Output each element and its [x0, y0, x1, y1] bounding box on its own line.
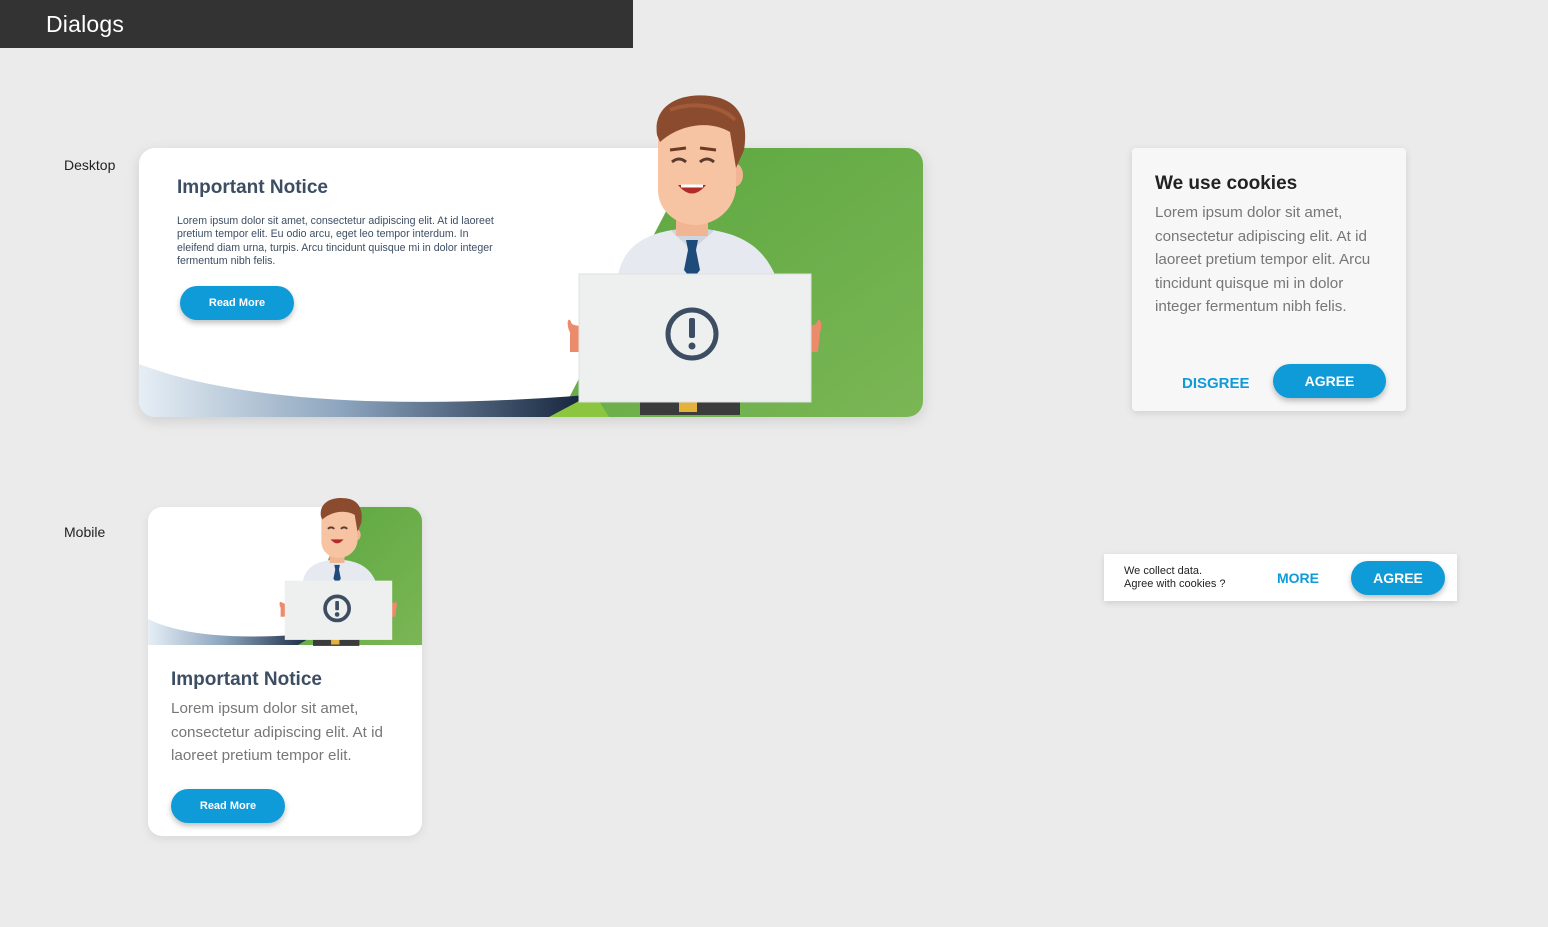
- mobile-label: Mobile: [64, 524, 106, 540]
- notice-body: Lorem ipsum dolor sit amet, consectetur …: [177, 215, 494, 268]
- man-holding-sign-illustration: [279, 497, 397, 646]
- cookie-bar-line1: We collect data.: [1124, 565, 1203, 577]
- cookie-bar-text: We collect data. Agree with cookies ?: [1124, 565, 1226, 591]
- cookie-dialog-body: Lorem ipsum dolor sit amet, consectetur …: [1155, 204, 1371, 315]
- notice-body: Lorem ipsum dolor sit amet, consectetur …: [171, 700, 383, 764]
- cookie-dialog: We use cookies Lorem ipsum dolor sit ame…: [1132, 148, 1406, 411]
- read-more-button[interactable]: Read More: [171, 789, 285, 823]
- agree-button[interactable]: AGREE: [1351, 561, 1445, 595]
- notice-title: Important Notice: [177, 177, 328, 198]
- more-button[interactable]: MORE: [1277, 570, 1319, 586]
- disagree-button[interactable]: DISGREE: [1182, 375, 1250, 392]
- man-holding-sign-illustration: [567, 95, 822, 415]
- page-header: Dialogs: [0, 0, 633, 48]
- cookie-bar-line2: Agree with cookies ?: [1124, 578, 1226, 590]
- page-title: Dialogs: [46, 11, 125, 37]
- cookie-bar: We collect data. Agree with cookies ? MO…: [1104, 554, 1457, 601]
- notice-title: Important Notice: [171, 669, 322, 690]
- desktop-label: Desktop: [64, 157, 116, 173]
- read-more-button[interactable]: Read More: [180, 286, 294, 320]
- agree-button[interactable]: AGREE: [1273, 364, 1386, 398]
- mobile-notice-dialog: Important Notice Lorem ipsum dolor sit a…: [148, 497, 422, 836]
- cookie-dialog-title: We use cookies: [1155, 173, 1298, 194]
